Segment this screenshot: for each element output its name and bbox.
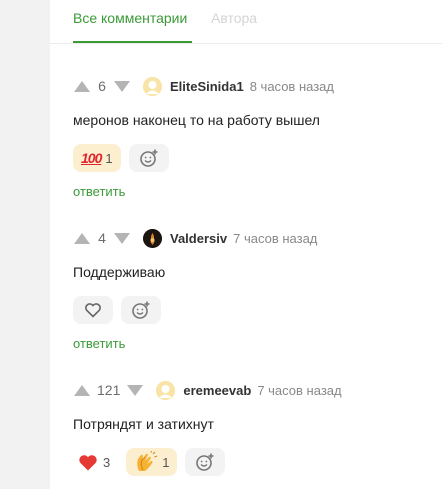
avatar[interactable] [143, 76, 162, 96]
add-reaction-button[interactable] [121, 296, 161, 324]
tabs-divider [50, 43, 442, 44]
heart-icon [79, 455, 97, 471]
reaction-count: 1 [105, 150, 113, 166]
reply-link[interactable]: ответить [73, 336, 125, 351]
reactions-bar [73, 296, 169, 324]
upvote-button[interactable] [73, 383, 91, 397]
user-avatar-icon [156, 380, 176, 400]
reply-link[interactable]: ответить [73, 184, 125, 199]
comment-score: 6 [98, 78, 106, 94]
reactions-bar: 3 1 [73, 448, 233, 476]
avatar[interactable] [143, 228, 162, 248]
add-reaction-button[interactable] [185, 448, 226, 476]
upvote-button[interactable] [73, 231, 91, 245]
upvote-button[interactable] [73, 79, 91, 93]
comment-time: 7 часов назад [233, 230, 318, 246]
arrow-up-icon [74, 384, 90, 396]
left-sidebar [0, 0, 50, 489]
add-emoji-icon [196, 453, 214, 471]
reaction-heart[interactable]: 3 [73, 448, 119, 476]
reaction-clap[interactable]: 1 [126, 448, 178, 476]
comment-text: Поддерживаю [73, 264, 166, 280]
tab-all-comments[interactable]: Все комментарии [73, 10, 187, 26]
comment-meta: 121 eremeevab 7 часов назад [73, 378, 442, 402]
arrow-down-icon [114, 80, 130, 92]
like-button[interactable] [73, 296, 113, 324]
comment-author[interactable]: EliteSinida1 [170, 79, 244, 94]
comment-time: 8 часов назад [249, 78, 334, 94]
downvote-button[interactable] [126, 383, 144, 397]
tab-author[interactable]: Автора [211, 10, 257, 26]
comment-text: меронов наконец то на работу вышел [73, 112, 320, 128]
comment-author[interactable]: eremeevab [183, 383, 251, 398]
comment-author[interactable]: Valdersiv [170, 231, 227, 246]
comment-time: 7 часов назад [257, 382, 342, 398]
heart-outline-icon [85, 303, 101, 318]
clapping-hands-icon [137, 451, 158, 471]
arrow-up-icon [74, 80, 90, 92]
comment-score: 4 [98, 230, 106, 246]
add-emoji-icon [139, 149, 158, 167]
reactions-bar: 100 1 [73, 144, 177, 172]
downvote-button[interactable] [113, 79, 131, 93]
comment-meta: 6 EliteSinida1 8 часов назад [73, 74, 442, 98]
user-avatar-icon [143, 228, 162, 248]
add-reaction-button[interactable] [128, 144, 169, 172]
reaction-hundred[interactable]: 100 1 [73, 144, 121, 172]
arrow-down-icon [127, 384, 144, 396]
add-emoji-icon [132, 301, 150, 319]
downvote-button[interactable] [113, 231, 131, 245]
user-avatar-icon [143, 76, 162, 96]
arrow-up-icon [74, 232, 90, 244]
avatar[interactable] [156, 380, 176, 400]
comment-text: Потряндят и затихнут [73, 416, 214, 432]
comment-meta: 4 Valdersiv 7 часов назад [73, 226, 442, 250]
arrow-down-icon [114, 232, 130, 244]
reaction-count: 1 [162, 454, 170, 470]
hundred-points-icon: 100 [81, 150, 102, 166]
reaction-count: 3 [103, 454, 111, 470]
comment-score: 121 [97, 382, 121, 398]
